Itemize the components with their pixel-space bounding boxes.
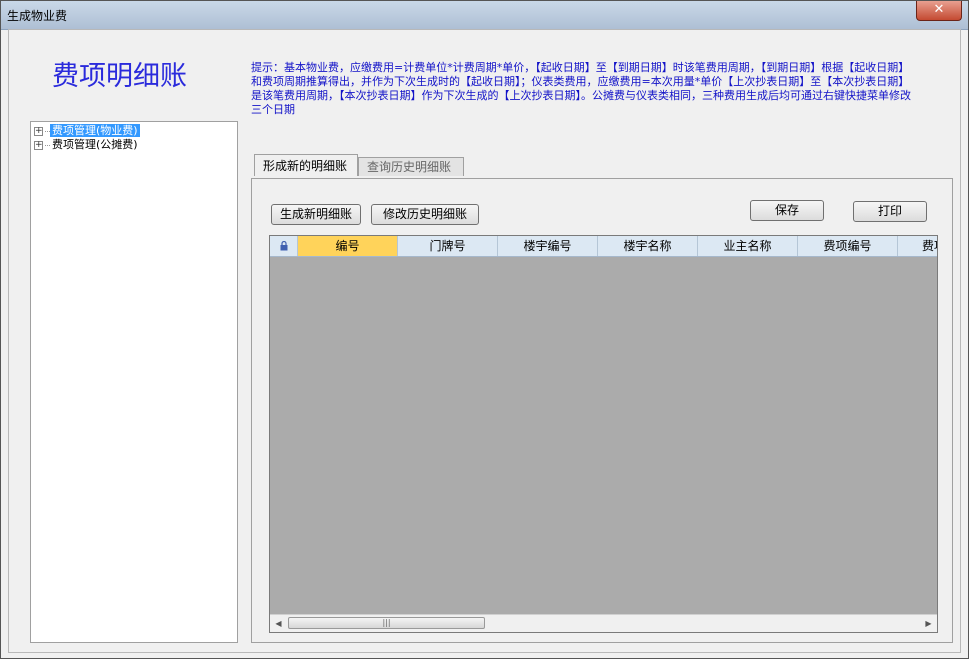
fee-tree[interactable]: + 费项管理(物业费) + 费项管理(公摊费)	[30, 121, 238, 643]
window-title: 生成物业费	[7, 9, 68, 23]
print-button[interactable]: 打印	[853, 201, 927, 222]
hint-text: 提示：基本物业费，应缴费用=计费单位*计费周期*单价，【起收日期】至【到期日期】…	[251, 61, 911, 116]
scroll-right-icon[interactable]: ▶	[920, 615, 937, 632]
column-header-building-name[interactable]: 楼宇名称	[598, 236, 698, 256]
data-grid[interactable]: 编号 门牌号 楼宇编号 楼宇名称 业主名称 费项编号 费项 ◀ ||| ▶	[269, 235, 938, 633]
column-header-fee-id[interactable]: 费项编号	[798, 236, 898, 256]
tree-item-label: 费项管理(物业费)	[50, 124, 140, 137]
tab-history-ledger[interactable]: 查询历史明细账	[358, 157, 464, 176]
close-button[interactable]: ✕	[916, 1, 962, 21]
column-header-building-id[interactable]: 楼宇编号	[498, 236, 598, 256]
save-button[interactable]: 保存	[750, 200, 824, 221]
column-header-door-number[interactable]: 门牌号	[398, 236, 498, 256]
horizontal-scrollbar[interactable]: ◀ ||| ▶	[270, 614, 937, 632]
column-header-owner-name[interactable]: 业主名称	[698, 236, 798, 256]
expand-icon[interactable]: +	[34, 140, 43, 150]
app-window: 生成物业费 ✕ 费项明细账 提示：基本物业费，应缴费用=计费单位*计费周期*单价…	[0, 0, 969, 659]
tree-item-property-fee[interactable]: + 费项管理(物业费)	[34, 124, 140, 138]
column-header-id[interactable]: 编号	[298, 236, 398, 256]
modify-ledger-button[interactable]: 修改历史明细账	[371, 204, 479, 225]
title-bar[interactable]: 生成物业费 ✕	[1, 1, 968, 30]
close-icon: ✕	[933, 2, 945, 17]
lock-icon[interactable]	[270, 236, 298, 256]
scroll-left-icon[interactable]: ◀	[270, 615, 287, 632]
scroll-thumb[interactable]: |||	[288, 617, 485, 629]
column-header-fee[interactable]: 费项	[898, 236, 937, 256]
generate-ledger-button[interactable]: 生成新明细账	[271, 204, 361, 225]
tree-item-shared-fee[interactable]: + 费项管理(公摊费)	[34, 138, 140, 152]
page-title: 费项明细账	[52, 61, 187, 92]
tab-panel: 生成新明细账 修改历史明细账 保存 打印 编号 门牌号 楼宇编号 楼宇名称 业主…	[251, 178, 953, 643]
expand-icon[interactable]: +	[34, 126, 43, 136]
tab-new-ledger[interactable]: 形成新的明细账	[254, 154, 358, 176]
client-area: 费项明细账 提示：基本物业费，应缴费用=计费单位*计费周期*单价，【起收日期】至…	[8, 29, 961, 653]
grid-header: 编号 门牌号 楼宇编号 楼宇名称 业主名称 费项编号 费项	[270, 236, 937, 257]
tree-item-label: 费项管理(公摊费)	[52, 138, 138, 151]
